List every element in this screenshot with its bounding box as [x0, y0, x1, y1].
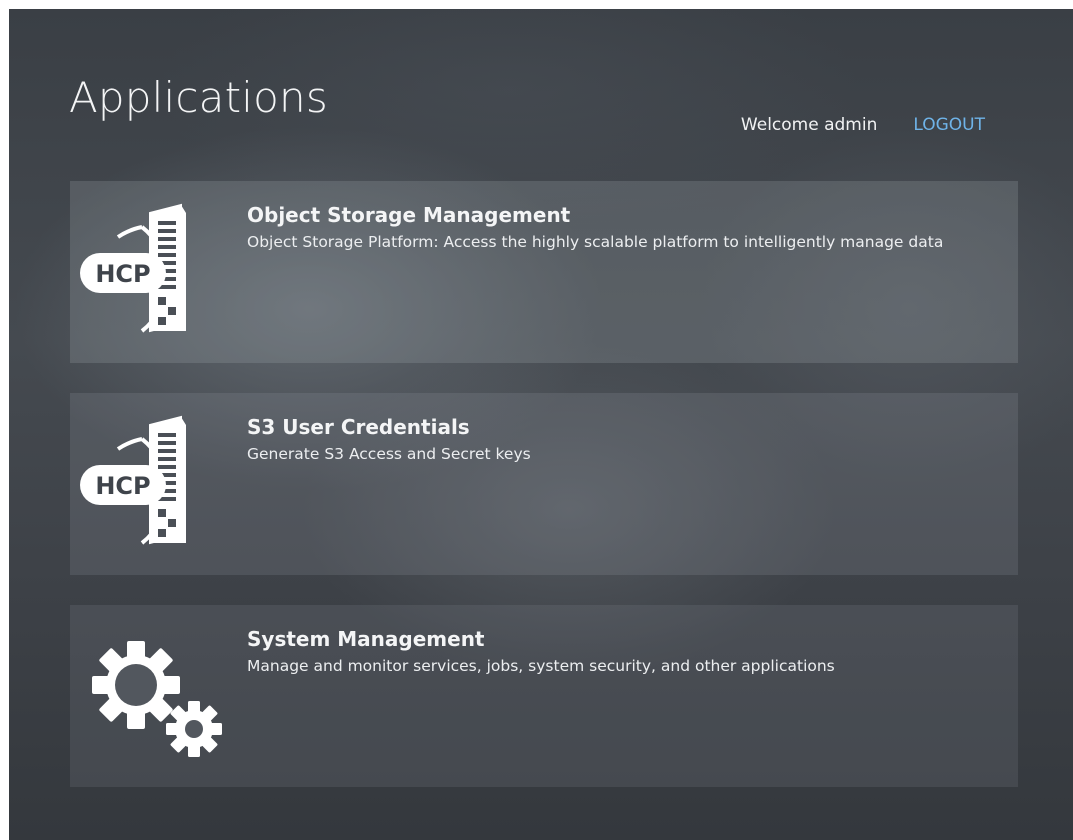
hcp-server-icon: HCP [80, 203, 186, 333]
welcome-text: Welcome admin [740, 115, 878, 135]
hcp-server-icon: HCP [80, 415, 186, 545]
page-title: Applications [69, 73, 328, 122]
app-card-system-management[interactable]: System Management Manage and monitor ser… [70, 605, 1018, 787]
page-background: Applications Welcome admin LOGOUT HCP Ob… [9, 9, 1073, 840]
logout-link[interactable]: LOGOUT [913, 115, 985, 135]
app-card-object-storage-management[interactable]: HCP Object Storage Management Object Sto… [70, 181, 1018, 363]
hcp-logo-text: HCP [95, 260, 150, 288]
hcp-logo-text: HCP [95, 472, 150, 500]
gears-icon [92, 641, 222, 757]
app-description: Generate S3 Access and Secret keys [247, 445, 531, 463]
app-description: Object Storage Platform: Access the high… [247, 233, 944, 251]
app-card-s3-user-credentials[interactable]: HCP S3 User Credentials Generate S3 Acce… [70, 393, 1018, 575]
app-description: Manage and monitor services, jobs, syste… [247, 657, 835, 675]
app-title: System Management [247, 627, 485, 651]
app-title: S3 User Credentials [247, 415, 470, 439]
user-area: Welcome admin LOGOUT [741, 115, 985, 135]
app-title: Object Storage Management [247, 203, 571, 227]
application-list: HCP Object Storage Management Object Sto… [70, 181, 1018, 817]
